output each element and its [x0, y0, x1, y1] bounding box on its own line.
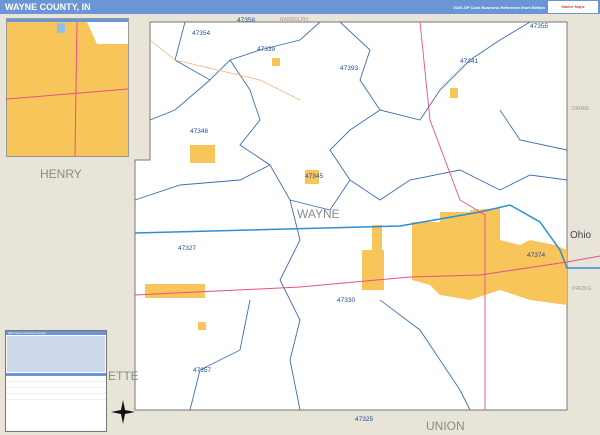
svg-text:47358: 47358: [237, 17, 255, 24]
map-legend: ZIP Code Index/Grid Locator: [5, 330, 107, 432]
svg-text:47374: 47374: [527, 252, 545, 259]
inset-rural-area: [87, 22, 128, 44]
inset-highway-ns: [74, 21, 78, 156]
svg-text:47355: 47355: [530, 23, 548, 30]
zip-index-table: [7, 336, 105, 372]
svg-text:47339: 47339: [257, 46, 275, 53]
county-label-preble: PREBLE: [572, 286, 592, 292]
city-inset-map[interactable]: [6, 18, 129, 157]
svg-text:47341: 47341: [460, 58, 478, 65]
svg-text:47345: 47345: [305, 173, 323, 180]
svg-text:47325: 47325: [355, 416, 373, 423]
svg-text:47357: 47357: [193, 367, 211, 374]
svg-text:47327: 47327: [178, 245, 196, 252]
county-label-randolph: RANDOLPH: [280, 17, 308, 23]
county-label-union: UNION: [426, 419, 465, 433]
svg-text:47346: 47346: [190, 128, 208, 135]
county-label-darke: DARKE: [572, 106, 590, 112]
inset-header: [7, 19, 128, 22]
wayne-county-area: [134, 21, 568, 411]
legend-title: ZIP Code Index/Grid Locator: [6, 331, 106, 335]
inset-lake: [57, 23, 65, 33]
svg-text:47354: 47354: [192, 30, 210, 37]
legend-row: [6, 394, 106, 400]
county-label-henry: HENRY: [40, 167, 82, 181]
svg-text:47393: 47393: [340, 65, 358, 72]
county-label-fayette: ETTE: [108, 369, 139, 383]
state-label-ohio: Ohio: [570, 230, 592, 241]
county-label-wayne: WAYNE: [297, 207, 340, 221]
svg-text:47330: 47330: [337, 297, 355, 304]
inset-highway-ew: [7, 88, 128, 100]
